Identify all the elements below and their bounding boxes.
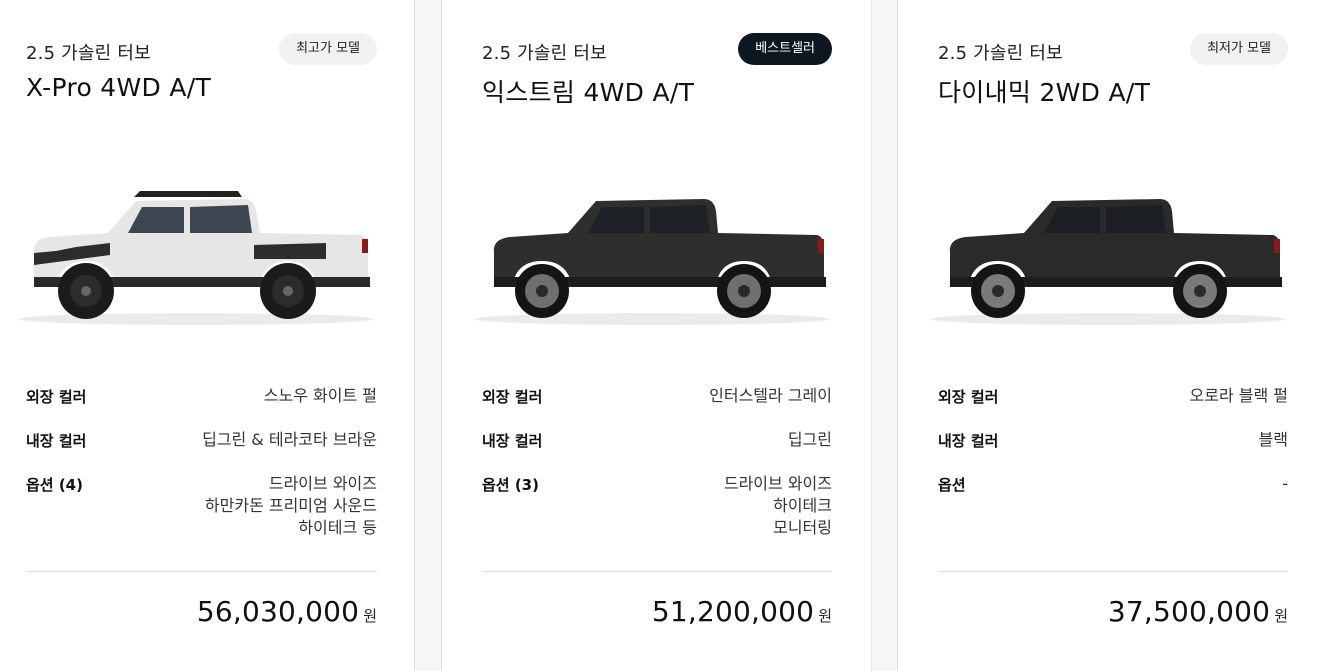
trim-card-dynamic[interactable]: 2.5 가솔린 터보 다이내믹 2WD A/T 최저가 모델 외장 컬러 오로라… — [897, 0, 1321, 671]
divider — [938, 571, 1288, 572]
trim-name: X-Pro 4WD A/T — [26, 73, 212, 102]
price-unit: 원 — [1274, 607, 1288, 625]
trim-card-extreme[interactable]: 2.5 가솔린 터보 익스트림 4WD A/T 베스트셀러 외장 컬러 인터스텔… — [441, 0, 872, 671]
divider — [482, 571, 832, 572]
trim-card-xpro[interactable]: 2.5 가솔린 터보 X-Pro 4WD A/T 최고가 모델 외장 컬러 스노… — [0, 0, 415, 671]
spec-label: 내장 컬러 — [482, 432, 543, 450]
option-item: - — [1282, 474, 1288, 493]
price: 51,200,000 원 — [652, 595, 832, 628]
exterior-value: 스노우 화이트 펄 — [263, 386, 377, 405]
lowest-price-badge: 최저가 모델 — [1190, 33, 1288, 65]
spec-label: 외장 컬러 — [482, 388, 543, 406]
trim-name: 다이내믹 2WD A/T — [938, 78, 1151, 107]
bestseller-badge: 베스트셀러 — [738, 33, 832, 65]
price: 56,030,000 원 — [197, 595, 377, 628]
spec-label: 외장 컬러 — [938, 388, 999, 406]
spec-label: 외장 컬러 — [26, 388, 87, 406]
exterior-value: 인터스텔라 그레이 — [709, 386, 832, 405]
option-item: 모니터링 — [773, 518, 832, 537]
pickup-truck-image — [474, 199, 830, 325]
price-unit: 원 — [818, 607, 832, 625]
spec-label: 내장 컬러 — [938, 432, 999, 450]
price-unit: 원 — [363, 607, 377, 625]
price: 37,500,000 원 — [1108, 595, 1288, 628]
spec-label: 옵션 — [938, 476, 966, 494]
interior-value: 딥그린 — [787, 430, 832, 449]
spec-label: 옵션 (3) — [482, 476, 539, 494]
engine-label: 2.5 가솔린 터보 — [26, 43, 151, 64]
pickup-truck-image — [18, 191, 374, 325]
price-value: 37,500,000 — [1107, 595, 1271, 628]
interior-value: 블랙 — [1258, 430, 1288, 449]
price-value: 56,030,000 — [196, 595, 360, 628]
spec-label: 옵션 (4) — [26, 476, 83, 494]
interior-value: 딥그린 & 테라코타 브라운 — [202, 430, 377, 449]
pickup-truck-image — [930, 199, 1286, 325]
engine-label: 2.5 가솔린 터보 — [482, 43, 607, 64]
price-value: 51,200,000 — [651, 595, 815, 628]
trim-name: 익스트림 4WD A/T — [482, 78, 695, 107]
engine-label: 2.5 가솔린 터보 — [938, 43, 1063, 64]
trim-comparison: 2.5 가솔린 터보 X-Pro 4WD A/T 최고가 모델 외장 컬러 스노… — [0, 0, 1321, 671]
divider — [26, 571, 377, 572]
highest-price-badge: 최고가 모델 — [279, 33, 377, 65]
spec-label: 내장 컬러 — [26, 432, 87, 450]
exterior-value: 오로라 블랙 펄 — [1189, 386, 1289, 405]
